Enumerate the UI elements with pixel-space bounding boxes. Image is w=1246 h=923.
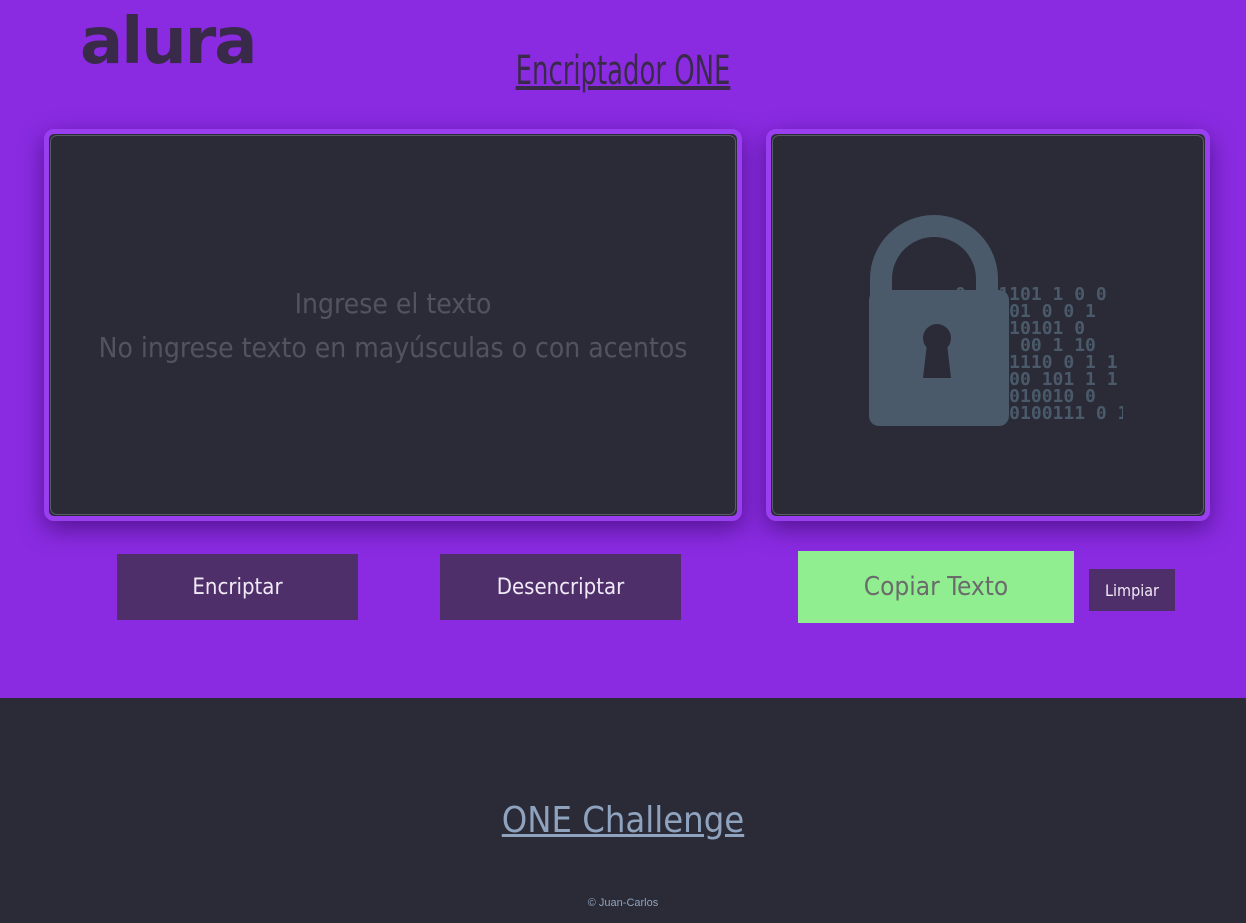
padlock-binary-icon: 0 001101 1 0 01010101 0 0 11 1 110101 01…: [869, 215, 1123, 426]
input-panel: [44, 129, 742, 521]
decrypt-button[interactable]: Desencriptar: [440, 554, 681, 620]
keyhole-slot: [923, 344, 951, 378]
copy-text-button[interactable]: Copiar Texto: [798, 551, 1074, 623]
footer-copyright: © Juan-Carlos: [587, 897, 659, 909]
footer: ONE Challenge © Juan-Carlos: [0, 698, 1246, 923]
clear-button[interactable]: Limpiar: [1089, 569, 1175, 611]
main-section: alura Encriptador ONE 0 001101 1 0 01010…: [0, 0, 1246, 698]
footer-title[interactable]: ONE Challenge: [0, 798, 1246, 844]
encrypt-button[interactable]: Encriptar: [117, 554, 358, 620]
binary-text: 0 001101 1 0 01010101 0 0 11 1 110101 01…: [955, 284, 1123, 424]
binary-line: 10 010100111 0 1: [955, 403, 1123, 424]
text-input[interactable]: [49, 134, 737, 516]
output-panel: 0 001101 1 0 0 1010101 0 0 11 1 110101 01…: [766, 129, 1210, 521]
page-title: Encriptador ONE: [515, 48, 731, 94]
